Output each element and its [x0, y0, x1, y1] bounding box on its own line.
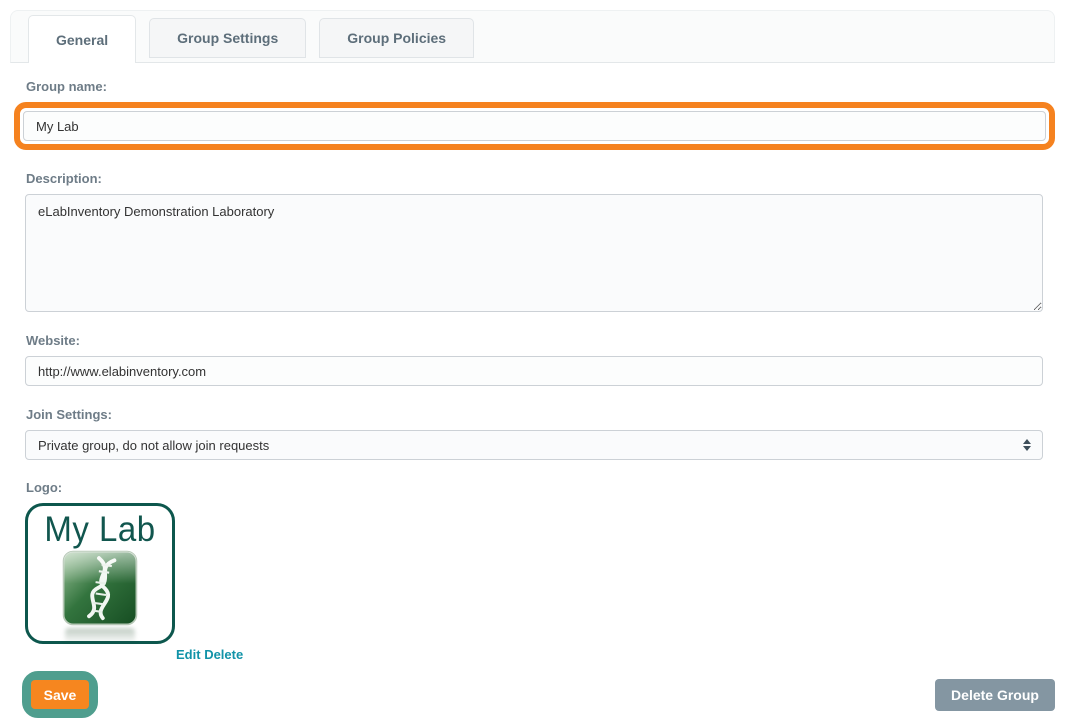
join-settings-select[interactable]: Private group, do not allow join request… [25, 430, 1043, 460]
tab-general[interactable]: General [28, 15, 136, 63]
tab-bar: General Group Settings Group Policies [10, 10, 1055, 63]
logo-text: My Lab [44, 511, 155, 548]
logo-edit-link[interactable]: Edit [176, 647, 201, 662]
group-name-input[interactable] [23, 111, 1046, 141]
join-settings-selected-value: Private group, do not allow join request… [38, 438, 269, 453]
description-label: Description: [26, 171, 1043, 186]
dna-icon-reflection [65, 628, 135, 644]
general-tab-panel: Group name: Description: Website: Join S… [0, 63, 1079, 718]
actions-row: Save Delete Group [25, 671, 1043, 718]
delete-group-button[interactable]: Delete Group [935, 679, 1055, 711]
logo-delete-link[interactable]: Delete [204, 647, 243, 662]
save-button[interactable]: Save [31, 680, 89, 709]
updown-arrows-icon [1023, 439, 1031, 451]
group-name-highlight-ring [14, 102, 1055, 150]
website-label: Website: [26, 333, 1043, 348]
join-settings-label: Join Settings: [26, 407, 1043, 422]
group-logo: My Lab [25, 503, 175, 644]
group-name-label: Group name: [26, 79, 1043, 94]
tab-group-policies[interactable]: Group Policies [319, 18, 474, 58]
logo-label: Logo: [26, 480, 1043, 495]
website-input[interactable] [25, 356, 1043, 386]
description-textarea[interactable] [25, 194, 1043, 312]
dna-icon [61, 549, 139, 644]
logo-links: Edit Delete [176, 647, 1043, 662]
tab-group-settings[interactable]: Group Settings [149, 18, 306, 58]
save-button-highlight-ring: Save [22, 671, 98, 718]
